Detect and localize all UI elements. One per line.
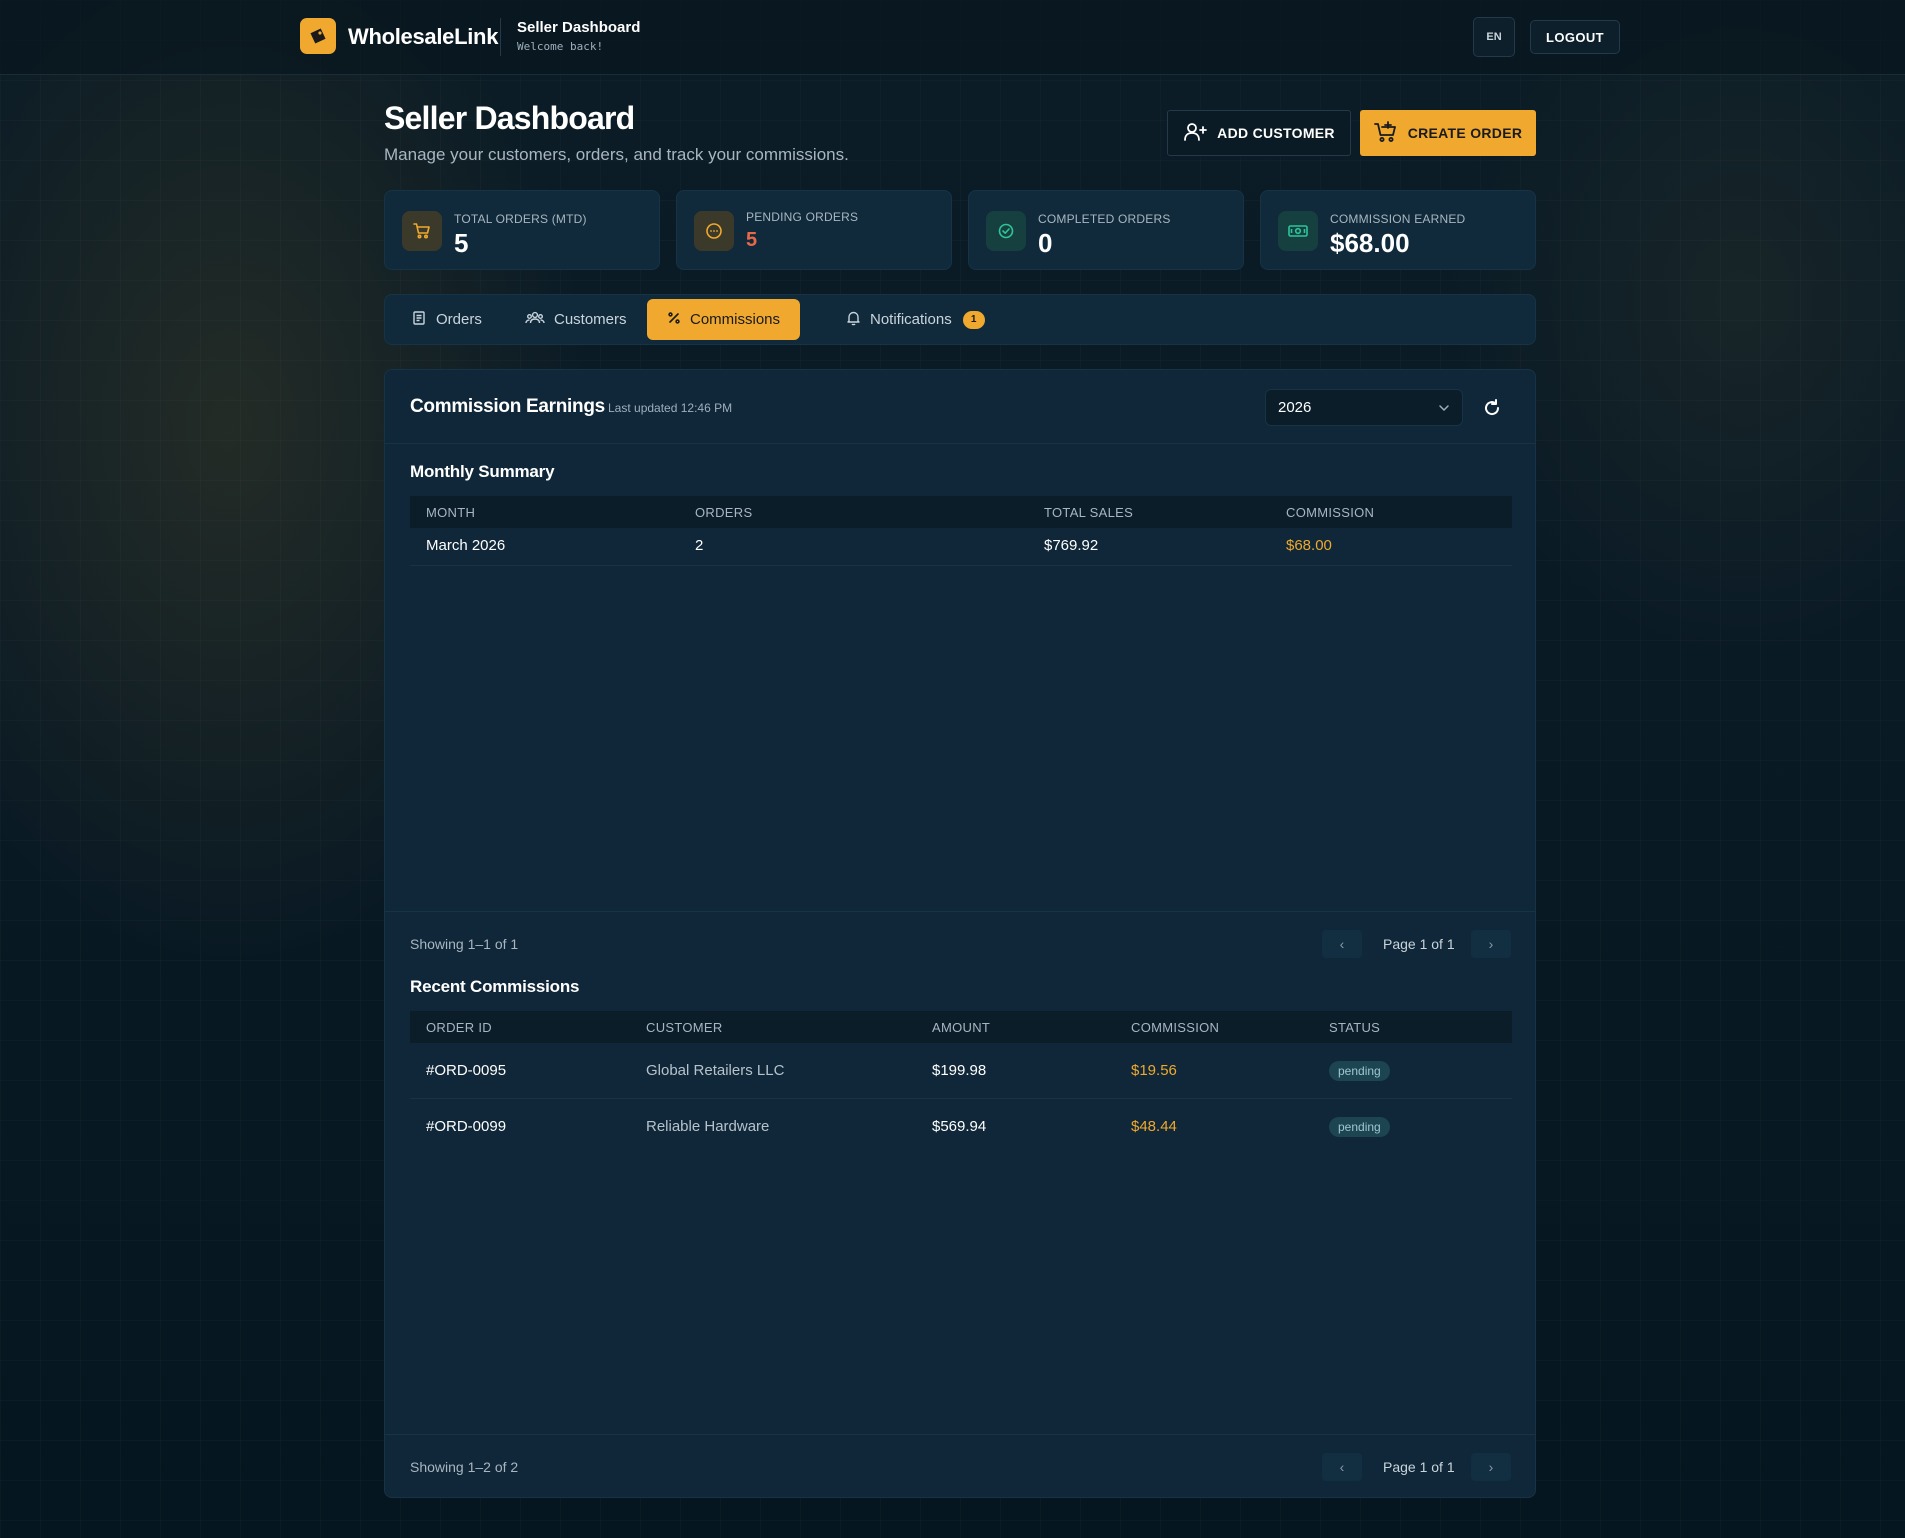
receipt-icon: [411, 310, 427, 330]
add-customer-label: ADD CUSTOMER: [1217, 125, 1335, 141]
table-row[interactable]: #ORD-0095 Global Retailers LLC $199.98 $…: [410, 1043, 1512, 1099]
stat-commission-earned: COMMISSION EARNED $68.00: [1260, 190, 1536, 270]
cash-icon: [1278, 211, 1318, 251]
table-row[interactable]: #ORD-0099 Reliable Hardware $569.94 $48.…: [410, 1099, 1512, 1155]
cart-plus-icon: [1373, 120, 1398, 146]
monthly-table-header: MONTH ORDERS TOTAL SALES COMMISSION: [410, 496, 1512, 528]
tab-label: Notifications: [870, 311, 952, 328]
tab-bar: Orders Customers Commissions Notificatio…: [384, 294, 1536, 345]
stat-label: COMPLETED ORDERS: [1038, 212, 1171, 226]
bell-icon: [846, 310, 861, 330]
commission-cell: $68.00: [1286, 537, 1332, 554]
table-row[interactable]: March 2026 2 $769.92 $68.00: [410, 528, 1512, 566]
stat-label: PENDING ORDERS: [746, 210, 859, 224]
stat-label: TOTAL ORDERS (MTD): [454, 212, 587, 226]
month-cell: March 2026: [426, 537, 506, 554]
status-badge: pending: [1329, 1117, 1390, 1137]
panel-title: Commission Earnings: [410, 396, 605, 417]
user-plus-icon: [1183, 122, 1208, 145]
stat-pending-orders: PENDING ORDERS 5: [676, 190, 952, 270]
divider: [500, 18, 501, 56]
customer-cell: Global Retailers LLC: [646, 1062, 785, 1079]
tab-label: Orders: [436, 311, 482, 328]
monthly-page-text: Page 1 of 1: [1383, 936, 1455, 952]
users-icon: [525, 310, 545, 330]
top-bar: WholesaleLink Seller Dashboard Welcome b…: [0, 0, 1905, 75]
sales-cell: $769.92: [1044, 537, 1099, 554]
create-order-button[interactable]: CREATE ORDER: [1360, 110, 1536, 156]
tab-label: Customers: [554, 311, 627, 328]
top-title: Seller Dashboard: [517, 19, 641, 36]
recent-table-header: ORDER ID CUSTOMER AMOUNT COMMISSION STAT…: [410, 1011, 1512, 1043]
cart-icon: [402, 211, 442, 251]
monthly-showing-text: Showing 1–1 of 1: [410, 936, 519, 952]
tab-customers[interactable]: Customers: [505, 299, 647, 340]
recent-page-text: Page 1 of 1: [1383, 1459, 1455, 1475]
order-id-cell[interactable]: #ORD-0095: [426, 1062, 506, 1079]
year-value: 2026: [1278, 399, 1312, 416]
percent-icon: [667, 311, 681, 329]
page-subtitle: Manage your customers, orders, and track…: [384, 145, 849, 164]
next-page-button[interactable]: ›: [1471, 930, 1511, 958]
column-header: CUSTOMER: [646, 1020, 723, 1035]
brand-name[interactable]: WholesaleLink: [348, 24, 498, 50]
tab-notifications[interactable]: Notifications 1: [826, 299, 1005, 340]
stat-label: COMMISSION EARNED: [1330, 212, 1466, 226]
stat-value: 0: [1038, 228, 1053, 258]
column-header: TOTAL SALES: [1044, 505, 1134, 520]
column-header: MONTH: [426, 505, 476, 520]
commission-cell: $19.56: [1131, 1062, 1177, 1079]
column-header: STATUS: [1329, 1020, 1381, 1035]
stat-total-orders: TOTAL ORDERS (MTD) 5: [384, 190, 660, 270]
column-header: COMMISSION: [1286, 505, 1375, 520]
chevron-right-icon: ›: [1488, 1459, 1494, 1475]
add-customer-button[interactable]: ADD CUSTOMER: [1167, 110, 1351, 156]
stat-value: $68.00: [1330, 228, 1410, 258]
column-header: COMMISSION: [1131, 1020, 1220, 1035]
column-header: AMOUNT: [932, 1020, 991, 1035]
orders-cell: 2: [695, 537, 704, 554]
year-select[interactable]: 2026: [1265, 389, 1463, 426]
brand-logo-icon[interactable]: [300, 18, 336, 54]
stat-value: 5: [746, 229, 758, 251]
language-button[interactable]: EN: [1473, 17, 1515, 57]
chevron-right-icon: ›: [1488, 936, 1494, 952]
amount-cell: $199.98: [932, 1062, 987, 1079]
recent-commissions-title: Recent Commissions: [410, 977, 580, 996]
notification-badge: 1: [962, 310, 985, 329]
last-updated: Last updated 12:46 PM: [608, 401, 733, 415]
logout-button[interactable]: LOGOUT: [1530, 20, 1620, 54]
recent-showing-text: Showing 1–2 of 2: [410, 1459, 519, 1475]
check-circle-icon: [986, 211, 1026, 251]
tab-commissions[interactable]: Commissions: [647, 299, 801, 340]
monthly-summary-title: Monthly Summary: [410, 462, 555, 481]
divider: [385, 911, 1535, 912]
stat-completed-orders: COMPLETED ORDERS 0: [968, 190, 1244, 270]
tab-label: Commissions: [690, 311, 781, 328]
order-id-cell[interactable]: #ORD-0099: [426, 1118, 506, 1135]
create-order-label: CREATE ORDER: [1407, 125, 1523, 141]
tab-orders[interactable]: Orders: [391, 299, 502, 340]
panel-header: Commission Earnings Last updated 12:46 P…: [385, 370, 1535, 444]
refresh-icon[interactable]: [1478, 394, 1506, 422]
prev-page-button[interactable]: ‹: [1322, 1453, 1362, 1481]
welcome-text: Welcome back!: [517, 40, 604, 53]
chevron-left-icon: ‹: [1339, 936, 1345, 952]
prev-page-button[interactable]: ‹: [1322, 930, 1362, 958]
next-page-button[interactable]: ›: [1471, 1453, 1511, 1481]
chevron-down-icon: [1438, 399, 1450, 416]
divider: [385, 1434, 1535, 1435]
amount-cell: $569.94: [932, 1118, 987, 1135]
column-header: ORDER ID: [426, 1020, 492, 1035]
page-title: Seller Dashboard: [384, 100, 635, 136]
status-badge: pending: [1329, 1061, 1390, 1081]
chevron-left-icon: ‹: [1339, 1459, 1345, 1475]
commission-cell: $48.44: [1131, 1118, 1177, 1135]
commission-panel: Commission Earnings Last updated 12:46 P…: [384, 369, 1536, 1498]
column-header: ORDERS: [695, 505, 753, 520]
clock-icon: [694, 211, 734, 251]
customer-cell: Reliable Hardware: [646, 1118, 770, 1135]
stat-value: 5: [454, 228, 469, 258]
